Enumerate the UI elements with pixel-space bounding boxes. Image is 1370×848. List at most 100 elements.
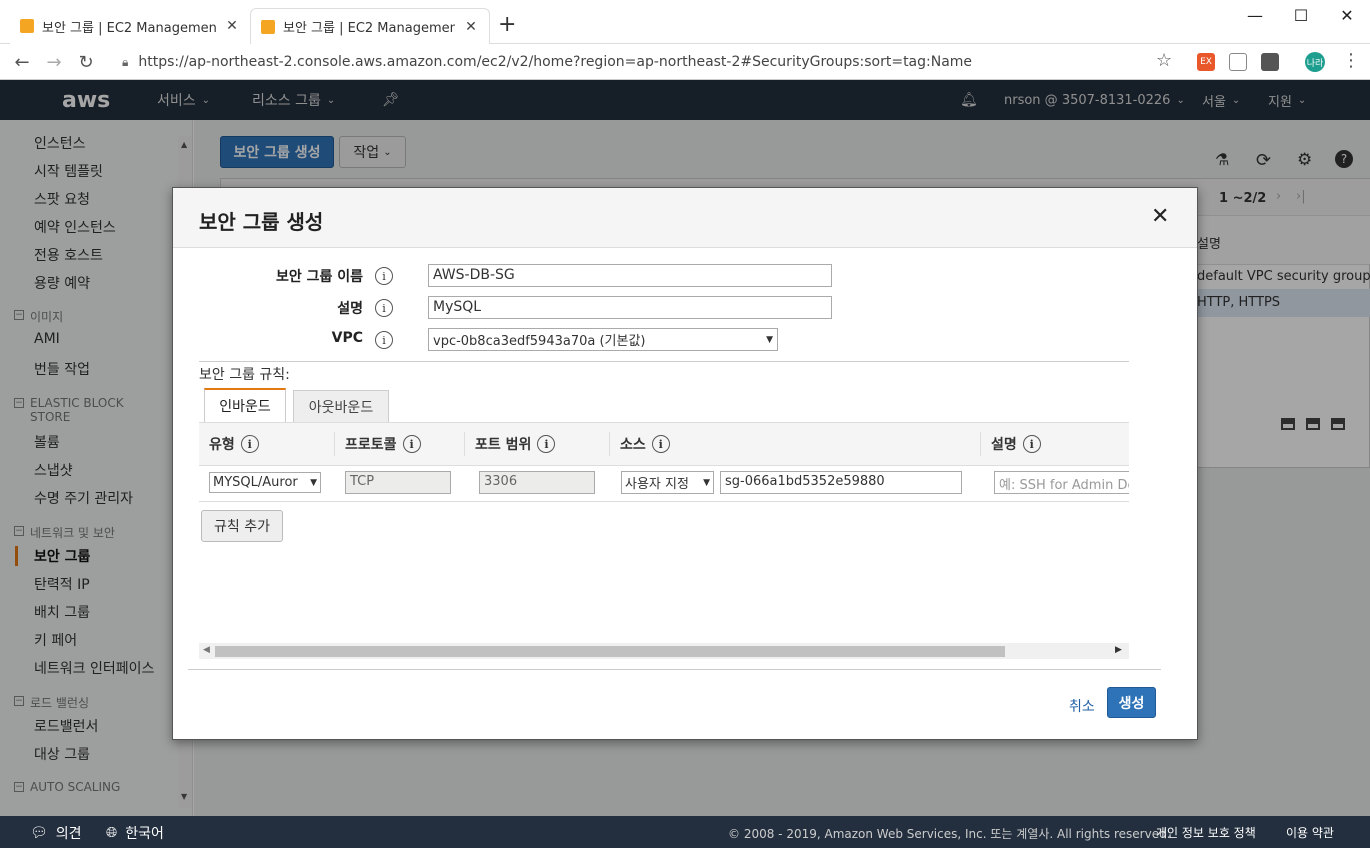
column-label: 설명 <box>991 437 1017 453</box>
column-label: 소스 <box>620 437 646 453</box>
vpc-label: VPC <box>331 330 363 346</box>
column-description: 설명 i <box>991 434 1041 454</box>
language-selector[interactable]: 🌐︎ 한국어 <box>106 823 164 843</box>
rule-type-select[interactable]: MYSQL/Auror ▼ <box>209 472 321 493</box>
column-protocol: 프로토콜 i <box>345 434 421 454</box>
security-group-name-label: 보안 그룹 이름 <box>275 269 363 285</box>
privacy-link[interactable]: 개인 정보 보호 정책 <box>1156 824 1256 841</box>
copyright: © 2008 - 2019, Amazon Web Services, Inc.… <box>728 827 1171 841</box>
security-group-name-input[interactable]: AWS-DB-SG <box>428 264 832 287</box>
dropdown-arrow-icon: ▼ <box>703 477 710 488</box>
extension-reader-icon[interactable] <box>1261 53 1279 71</box>
close-icon[interactable]: ✕ <box>224 18 240 34</box>
column-port-range: 포트 범위 i <box>475 434 556 454</box>
column-label: 프로토콜 <box>345 437 397 453</box>
dropdown-arrow-icon: ▼ <box>310 477 317 488</box>
info-glyph: i <box>409 437 414 451</box>
add-rule-button[interactable]: 규칙 추가 <box>201 510 283 542</box>
description-label: 설명 <box>337 301 363 317</box>
rule-protocol-field: TCP <box>345 471 451 494</box>
scroll-right-icon[interactable]: ▶ <box>1115 645 1122 655</box>
button-label: 생성 <box>1118 695 1145 712</box>
window-close-icon[interactable]: ✕ <box>1324 0 1370 30</box>
cancel-link[interactable]: 취소 <box>1069 696 1095 716</box>
close-icon[interactable]: ✕ <box>1151 204 1169 229</box>
info-glyph: i <box>658 437 663 451</box>
url-field[interactable]: 🔒︎ https://ap-northeast-2.console.aws.am… <box>110 48 1185 76</box>
column-divider <box>334 432 335 456</box>
browser-tab-1[interactable]: 보안 그룹 | EC2 Management C ✕ <box>10 8 250 44</box>
browser-menu-icon[interactable]: ⋮ <box>1342 50 1360 71</box>
column-type: 유형 i <box>209 434 259 454</box>
tab-label: 아웃바운드 <box>308 399 374 416</box>
maximize-icon[interactable]: ☐ <box>1278 0 1324 30</box>
profile-avatar[interactable]: 나라 <box>1305 52 1325 72</box>
language-label: 한국어 <box>125 826 164 842</box>
tab-title: 보안 그룹 | EC2 Management C <box>283 21 455 36</box>
tab-inbound[interactable]: 인바운드 <box>204 388 286 422</box>
info-icon[interactable]: i <box>651 435 670 453</box>
create-button[interactable]: 생성 <box>1107 687 1156 718</box>
profile-label: 나라 <box>1306 58 1324 69</box>
close-icon[interactable]: ✕ <box>463 19 479 35</box>
info-glyph: i <box>1029 437 1034 451</box>
rule-type-value: MYSQL/Auror <box>213 475 298 490</box>
column-divider <box>980 432 981 456</box>
info-icon[interactable]: i <box>240 435 259 453</box>
rule-description-input[interactable]: 예: SSH for Admin Desktop <box>994 471 1129 494</box>
minimize-icon[interactable]: — <box>1232 0 1278 30</box>
button-label: 규칙 추가 <box>214 519 270 535</box>
divider <box>199 361 1129 362</box>
dialog-title: 보안 그룹 생성 <box>199 210 324 234</box>
info-icon[interactable]: i <box>375 267 393 285</box>
aws-favicon-icon <box>20 19 34 33</box>
column-label: 포트 범위 <box>475 437 532 453</box>
info-glyph: i <box>544 437 549 451</box>
tab-outbound[interactable]: 아웃바운드 <box>293 390 389 422</box>
horizontal-scrollbar[interactable]: ◀ ▶ <box>199 643 1129 659</box>
extension-cast-icon[interactable] <box>1229 53 1247 71</box>
terms-link[interactable]: 이용 약관 <box>1286 824 1334 841</box>
browser-tab-2[interactable]: 보안 그룹 | EC2 Management C ✕ <box>250 8 490 44</box>
rule-port-range-field: 3306 <box>479 471 595 494</box>
address-bar-row: ← → ↻ 🔒︎ https://ap-northeast-2.console.… <box>0 44 1370 80</box>
info-glyph: i <box>247 437 252 451</box>
column-source: 소스 i <box>620 434 670 454</box>
info-icon[interactable]: i <box>1022 435 1041 453</box>
info-glyph: i <box>382 301 386 315</box>
info-icon[interactable]: i <box>537 435 556 453</box>
dialog-header: 보안 그룹 생성 ✕ <box>173 188 1197 248</box>
create-security-group-dialog: 보안 그룹 생성 ✕ 보안 그룹 이름 i AWS-DB-SG 설명 i MyS… <box>172 187 1198 740</box>
tab-title: 보안 그룹 | EC2 Management C <box>42 20 216 36</box>
feedback-label: 의견 <box>55 826 82 842</box>
lock-icon: 🔒︎ <box>122 54 129 69</box>
column-label: 유형 <box>209 437 235 453</box>
rules-label: 보안 그룹 규칙: <box>199 367 290 383</box>
vpc-select[interactable]: vpc-0b8ca3edf5943a70a (기본값) ▼ <box>428 328 778 351</box>
footer: 💬︎ 의견 🌐︎ 한국어 © 2008 - 2019, Amazon Web Ser… <box>0 816 1370 848</box>
scroll-left-icon[interactable]: ◀ <box>203 645 210 655</box>
column-divider <box>609 432 610 456</box>
bookmark-star-icon[interactable]: ☆ <box>1156 50 1172 71</box>
scrollbar-thumb[interactable] <box>215 646 1005 657</box>
info-icon[interactable]: i <box>402 435 421 453</box>
new-tab-icon[interactable]: + <box>498 12 516 37</box>
info-glyph: i <box>382 269 386 283</box>
info-icon[interactable]: i <box>375 299 393 317</box>
rule-source-input[interactable]: sg-066a1bd5352e59880 <box>720 471 962 494</box>
rule-source-type-value: 사용자 지정 <box>625 477 689 492</box>
feedback-link[interactable]: 💬︎ 의견 <box>30 823 82 843</box>
forward-icon[interactable]: → <box>42 50 66 74</box>
extension-ex-label: EX <box>1200 57 1212 67</box>
info-icon[interactable]: i <box>375 331 393 349</box>
speech-bubble-icon: 💬︎ <box>30 825 48 841</box>
extension-ex-icon[interactable]: EX <box>1197 53 1215 71</box>
url-text: https://ap-northeast-2.console.aws.amazo… <box>138 54 973 70</box>
reload-icon[interactable]: ↻ <box>74 50 98 74</box>
rule-source-type-select[interactable]: 사용자 지정 ▼ <box>621 471 714 494</box>
description-input[interactable]: MySQL <box>428 296 832 319</box>
browser-tab-strip: 보안 그룹 | EC2 Management C ✕ 보안 그룹 | EC2 M… <box>0 0 1370 44</box>
column-divider <box>464 432 465 456</box>
aws-favicon-icon <box>261 19 275 34</box>
back-icon[interactable]: ← <box>10 50 34 74</box>
